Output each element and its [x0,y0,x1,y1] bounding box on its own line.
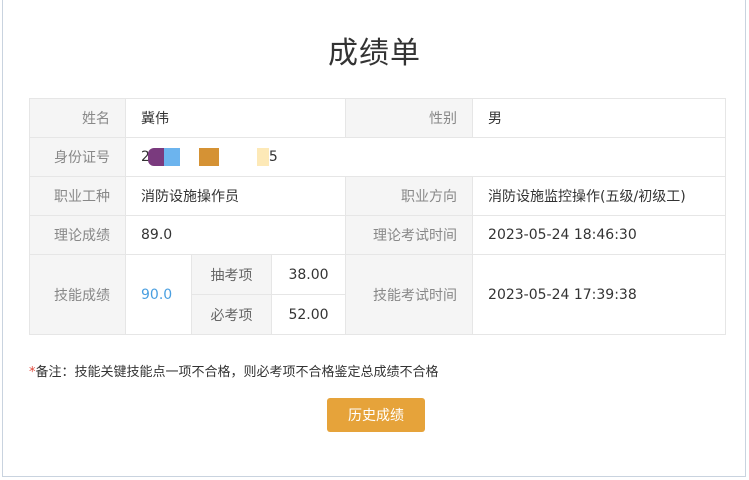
skill-time-value: 2023-05-24 17:39:38 [472,254,727,335]
theory-score-label: 理论成绩 [29,215,126,255]
required-item-value: 52.00 [270,294,347,335]
theory-time-label: 理论考试时间 [345,215,474,255]
random-item-label: 抽考项 [191,254,272,295]
gender-label: 性别 [345,98,474,138]
id-suffix: 5 [268,149,278,165]
direction-label: 职业方向 [345,176,474,216]
grade-table: 姓名 冀伟 性别 男 身份证号 2 5 职业工种 消防设施操作员 职业方向 消防… [29,98,727,335]
id-label: 身份证号 [29,137,126,177]
id-number-masked: 2 5 [141,147,278,167]
redaction-block [147,148,164,166]
occupation-value: 消防设施操作员 [124,176,347,216]
remark-text: 备注：技能关键技能点一项不合格，则必考项不合格鉴定总成绩不合格 [35,365,439,380]
direction-value: 消防设施监控操作(五级/初级工) [472,176,727,216]
history-scores-button[interactable]: 历史成绩 [327,398,425,432]
gender-value: 男 [472,98,727,138]
id-value: 2 5 [124,137,727,177]
name-label: 姓名 [29,98,126,138]
name-value: 冀伟 [124,98,347,138]
skill-score-value: 90.0 [125,254,192,335]
page-title: 成绩单 [328,36,421,71]
table-row: 身份证号 2 5 [29,137,727,177]
table-row: 职业工种 消防设施操作员 职业方向 消防设施监控操作(五级/初级工) [29,176,727,216]
redaction-block [163,148,180,166]
random-item-value: 38.00 [270,254,347,295]
remark-note: *备注：技能关键技能点一项不合格，则必考项不合格鉴定总成绩不合格 [29,361,439,380]
required-item-label: 必考项 [191,294,272,335]
redaction-block [256,148,269,166]
skill-time-label: 技能考试时间 [345,254,474,335]
skill-score-label: 技能成绩 [29,254,126,335]
table-row: 理论成绩 89.0 理论考试时间 2023-05-24 18:46:30 [29,215,727,255]
occupation-label: 职业工种 [29,176,126,216]
redaction-block [198,148,219,166]
theory-score-value: 89.0 [124,215,347,255]
table-row: 姓名 冀伟 性别 男 [29,98,727,138]
table-row: 技能成绩 90.0 抽考项 38.00 技能考试时间 2023-05-24 17… [29,254,727,335]
theory-time-value: 2023-05-24 18:46:30 [472,215,727,255]
